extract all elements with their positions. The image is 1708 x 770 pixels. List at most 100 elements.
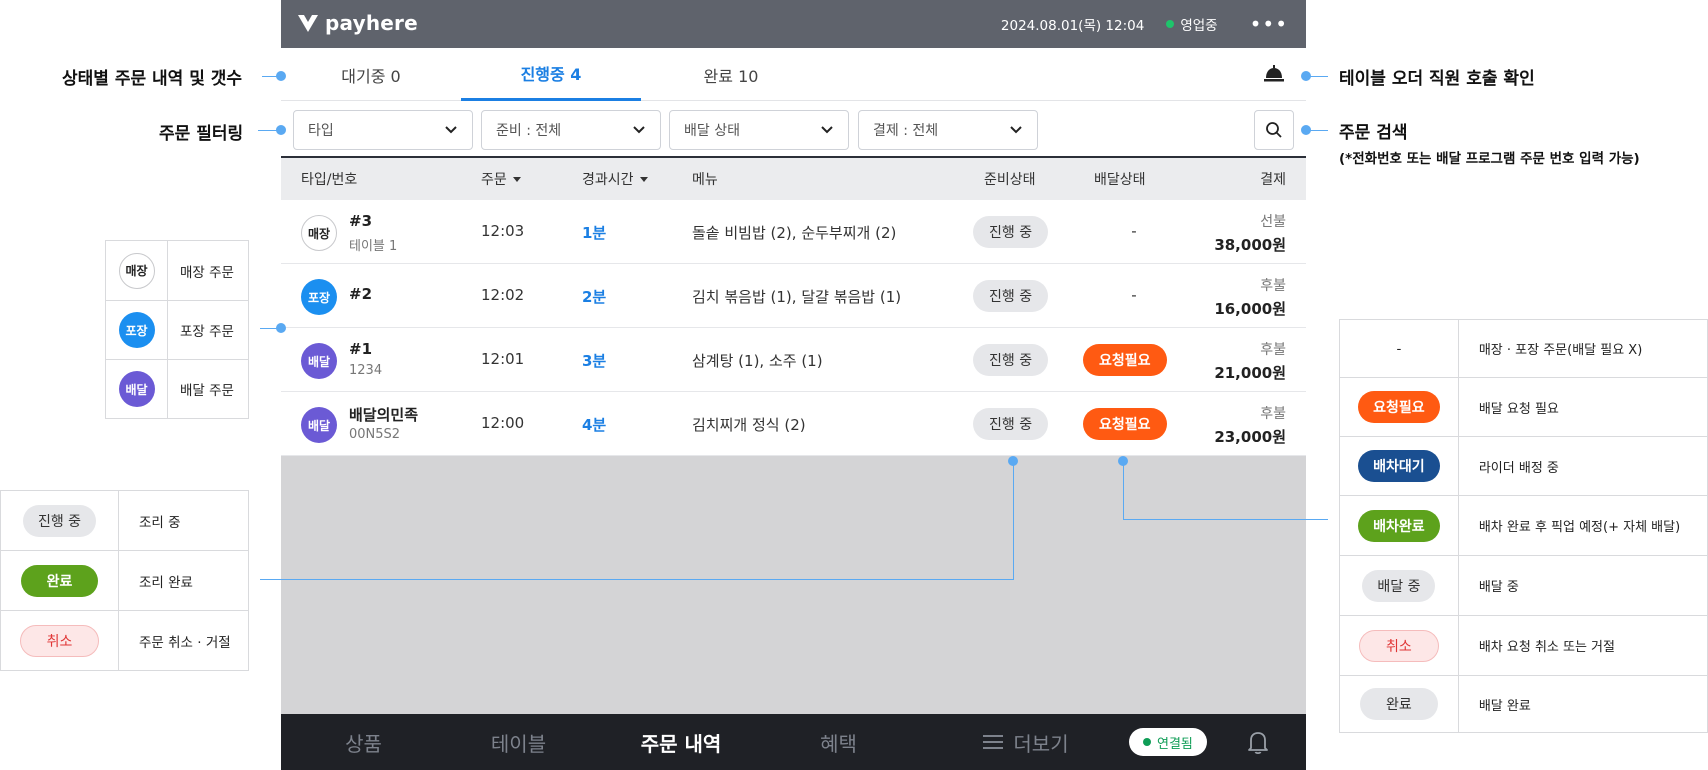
sort-arrow-icon[interactable] — [512, 176, 521, 182]
delivery-status-badge: 배차완료 — [1358, 509, 1440, 542]
legend-desc: 배달 요청 필요 — [1457, 377, 1708, 437]
table-row[interactable]: 매장 #3 테이블 1 12:03 1분 돌솥 비빔밥 (2), 순두부찌개 (… — [281, 200, 1306, 264]
legend-badge-cell: 취소 — [1339, 615, 1459, 676]
payment-filter-select[interactable]: 결제 : 전체 — [858, 110, 1038, 150]
payment-amount: 16,000원 — [1214, 300, 1286, 318]
legend-badge-cell: 진행 중 — [0, 490, 119, 551]
header-order-label: 주문 — [481, 172, 507, 188]
search-button[interactable] — [1254, 110, 1294, 150]
bottom-nav: 상품 테이블 주문 내역 혜택 더보기 연결됨 — [281, 714, 1306, 770]
payment-filter-label: 결제 : 전체 — [873, 123, 939, 139]
payment-type: 후불 — [1260, 406, 1286, 422]
prep-status-badge: 완료 — [20, 564, 99, 597]
callout-line — [260, 579, 1014, 580]
delivery-status-none: - — [1131, 222, 1137, 240]
legend-desc: 배달 주문 — [167, 359, 249, 419]
prep-filter-select[interactable]: 준비 : 전체 — [481, 110, 661, 150]
legend-row: 포장 포장 주문 — [105, 300, 249, 360]
legend-desc: 배차 완료 후 픽업 예정(+ 자체 배달) — [1457, 495, 1708, 556]
legend-badge-cell: 매장 — [105, 240, 168, 301]
store-status: 영업중 — [1166, 14, 1218, 34]
chevron-down-icon — [445, 126, 457, 134]
legend-desc: 조리 중 — [118, 490, 249, 551]
nav-tables[interactable]: 테이블 — [456, 714, 581, 770]
legend-desc: 포장 주문 — [167, 300, 249, 360]
order-sub-info: 테이블 1 — [349, 239, 398, 254]
tab-completed[interactable]: 완료 10 — [641, 48, 821, 101]
legend-row: 배달 배달 주문 — [105, 359, 249, 419]
delivery-status-none: - — [1131, 286, 1137, 304]
delivery-filter-select[interactable]: 배달 상태 — [669, 110, 849, 150]
connection-dot-icon — [1143, 738, 1151, 746]
type-badge-takeout: 포장 — [301, 279, 337, 315]
sort-arrow-icon[interactable] — [639, 176, 648, 182]
legend-row: 진행 중 조리 중 — [0, 490, 249, 551]
top-bar: payhere 2024.08.01(목) 12:04 영업중 ••• — [281, 0, 1306, 48]
legend-badge-cell: 배달 중 — [1339, 555, 1459, 616]
order-number: #3 — [349, 212, 373, 230]
nav-more[interactable]: 더보기 — [956, 714, 1096, 770]
order-time: 12:03 — [481, 222, 525, 240]
prep-status-badge: 취소 — [19, 624, 100, 657]
prep-legend-table: 진행 중 조리 중 완료 조리 완료 취소 주문 취소 · 거절 — [0, 490, 249, 671]
notification-bell-icon[interactable] — [1246, 729, 1270, 755]
header-prep-status: 준비상태 — [984, 172, 1036, 188]
order-time: 12:00 — [481, 414, 525, 432]
table-row[interactable]: 배달 배달의민족 00N5S2 12:00 4분 김치찌개 정식 (2) 진행 … — [281, 392, 1306, 456]
type-badge-delivery: 배달 — [301, 343, 337, 379]
legend-row: 매장 매장 주문 — [105, 240, 249, 301]
delivery-status-badge: 배차대기 — [1358, 450, 1440, 482]
header-elapsed[interactable]: 경과시간 — [582, 158, 648, 200]
callout-line — [1306, 76, 1328, 77]
legend-row: 취소 주문 취소 · 거절 — [0, 610, 249, 671]
payhere-logo-icon — [298, 15, 318, 32]
staff-call-bell-icon[interactable] — [1262, 61, 1286, 85]
callout-line — [1123, 519, 1328, 520]
elapsed-time: 4분 — [582, 416, 607, 434]
store-status-label: 영업중 — [1180, 18, 1218, 34]
callout-dot — [276, 323, 286, 333]
header-type-no: 타입/번호 — [301, 172, 358, 188]
tab-waiting[interactable]: 대기중 0 — [281, 48, 461, 101]
order-number: #2 — [349, 285, 373, 303]
nav-order-history[interactable]: 주문 내역 — [611, 714, 751, 770]
chevron-down-icon — [633, 126, 645, 134]
menu-summary: 삼계탕 (1), 소주 (1) — [692, 352, 823, 370]
order-time: 12:02 — [481, 286, 525, 304]
header-menu: 메뉴 — [692, 172, 718, 188]
menu-summary: 김치찌개 정식 (2) — [692, 416, 806, 434]
elapsed-time: 2분 — [582, 288, 607, 306]
brand-name: payhere — [325, 11, 418, 35]
type-legend-table: 매장 매장 주문 포장 포장 주문 배달 배달 주문 — [105, 240, 249, 419]
legend-row: 배차완료 배차 완료 후 픽업 예정(+ 자체 배달) — [1339, 495, 1708, 556]
prep-status-badge[interactable]: 진행 중 — [973, 408, 1049, 440]
callout-status-tabs: 상태별 주문 내역 및 갯수 — [62, 69, 243, 89]
type-filter-select[interactable]: 타입 — [293, 110, 473, 150]
header-order-time[interactable]: 주문 — [481, 158, 521, 200]
prep-status-badge[interactable]: 진행 중 — [973, 280, 1049, 312]
status-dot-icon — [1166, 20, 1175, 28]
search-icon — [1266, 122, 1282, 138]
order-sub-info: 00N5S2 — [349, 427, 401, 442]
tab-in-progress[interactable]: 진행중 4 — [461, 48, 641, 101]
legend-badge-cell: 포장 — [105, 300, 168, 360]
delivery-status-badge[interactable]: 요청필요 — [1083, 344, 1167, 376]
prep-status-badge[interactable]: 진행 중 — [973, 344, 1049, 376]
delivery-status-badge[interactable]: 요청필요 — [1083, 408, 1167, 440]
delivery-status-badge: 배달 중 — [1362, 569, 1436, 602]
callout-dot — [276, 125, 286, 135]
prep-filter-label: 준비 : 전체 — [496, 123, 562, 139]
legend-badge-cell: - — [1339, 319, 1459, 378]
elapsed-time: 3분 — [582, 352, 607, 370]
nav-products[interactable]: 상품 — [301, 714, 426, 770]
prep-status-badge[interactable]: 진행 중 — [973, 216, 1049, 248]
legend-row: 완료 배달 완료 — [1339, 675, 1708, 733]
table-row[interactable]: 포장 #2 12:02 2분 김치 볶음밥 (1), 달걀 볶음밥 (1) 진행… — [281, 264, 1306, 328]
pos-app-window: payhere 2024.08.01(목) 12:04 영업중 ••• 대기중 … — [281, 0, 1306, 770]
nav-benefits[interactable]: 혜택 — [776, 714, 901, 770]
more-menu-button[interactable]: ••• — [1240, 14, 1288, 34]
type-badge-store: 매장 — [301, 215, 337, 251]
table-row[interactable]: 배달 #1 1234 12:01 3분 삼계탕 (1), 소주 (1) 진행 중… — [281, 328, 1306, 392]
legend-desc: 매장 주문 — [167, 240, 249, 301]
type-badge-delivery: 배달 — [118, 371, 155, 407]
